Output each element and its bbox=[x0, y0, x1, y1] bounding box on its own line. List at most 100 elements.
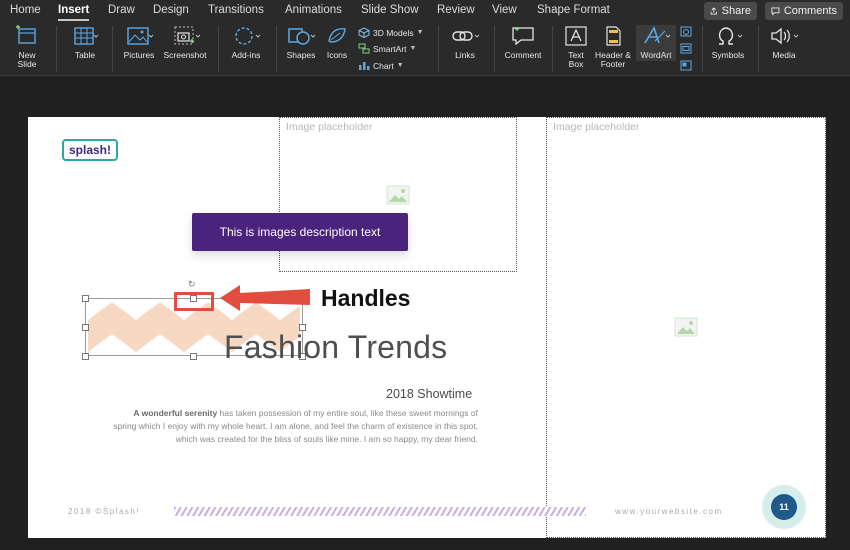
media-label: Media bbox=[772, 50, 796, 60]
omega-icon bbox=[718, 27, 743, 45]
page-number: 11 bbox=[771, 494, 797, 520]
slide-body-text[interactable]: A wonderful serenity has taken possessio… bbox=[108, 407, 478, 446]
pictures-button[interactable]: Pictures bbox=[118, 25, 160, 60]
addins-icon bbox=[235, 27, 261, 45]
chart-label: Chart bbox=[373, 60, 394, 71]
new-slide-button[interactable]: New Slide bbox=[8, 25, 46, 69]
ribbon-divider bbox=[552, 26, 553, 72]
shapes-button[interactable]: Shapes bbox=[282, 25, 320, 60]
comment-button[interactable]: Comment bbox=[502, 25, 544, 60]
tab-review[interactable]: Review bbox=[437, 4, 475, 16]
rotate-handle-icon[interactable]: ↻ bbox=[188, 279, 196, 290]
shapes-icon bbox=[288, 28, 316, 45]
ribbon-divider bbox=[494, 26, 495, 72]
addins-button[interactable]: Add-ins bbox=[224, 25, 268, 60]
footer-website: www.yourwebsite.com bbox=[615, 507, 723, 516]
table-button[interactable]: Table bbox=[64, 25, 106, 60]
ribbon-divider bbox=[112, 26, 113, 72]
screenshot-label: Screenshot bbox=[163, 50, 207, 60]
shapes-label: Shapes bbox=[286, 50, 316, 60]
table-icon bbox=[74, 27, 98, 45]
pictures-icon bbox=[127, 27, 153, 45]
ribbon-divider bbox=[56, 26, 57, 72]
tab-slide-show[interactable]: Slide Show bbox=[361, 4, 419, 16]
tab-insert[interactable]: Insert bbox=[58, 4, 90, 21]
tab-animations[interactable]: Animations bbox=[285, 4, 342, 16]
new-slide-icon bbox=[16, 25, 36, 44]
icons-icon bbox=[328, 28, 346, 43]
tab-draw[interactable]: Draw bbox=[108, 4, 135, 16]
chart-icon bbox=[359, 62, 370, 70]
ribbon-divider bbox=[276, 26, 277, 72]
placeholder-label: Image placeholder bbox=[553, 121, 640, 133]
header-footer-button[interactable]: Header & Footer bbox=[592, 25, 634, 69]
text-box-button[interactable]: Text Box bbox=[560, 25, 592, 69]
share-icon bbox=[710, 7, 717, 15]
header-footer-icon bbox=[606, 26, 621, 46]
comment-icon bbox=[771, 7, 780, 16]
chevron-down-icon: ▼ bbox=[409, 45, 417, 52]
object-button[interactable] bbox=[680, 60, 692, 71]
smartart-button[interactable]: SmartArt ▼ bbox=[358, 43, 416, 54]
page-number-badge: 11 bbox=[762, 485, 806, 529]
share-button[interactable]: Share bbox=[704, 2, 757, 20]
date-time-icon bbox=[680, 26, 692, 37]
symbols-label: Symbols bbox=[711, 50, 745, 60]
footer-pattern-strip bbox=[174, 507, 586, 516]
symbols-button[interactable]: Symbols bbox=[708, 25, 748, 60]
text-box-label: Text Box bbox=[568, 50, 584, 69]
screenshot-button[interactable]: Screenshot bbox=[160, 25, 210, 60]
comment-icon bbox=[512, 27, 534, 46]
resize-handle-left[interactable] bbox=[82, 324, 89, 331]
chart-button[interactable]: Chart ▼ bbox=[358, 60, 404, 71]
handles-callout: Handles bbox=[321, 285, 411, 311]
tab-shape-format[interactable]: Shape Format bbox=[537, 4, 610, 16]
ribbon-divider bbox=[702, 26, 703, 72]
wordart-icon bbox=[644, 26, 671, 44]
tab-view[interactable]: View bbox=[492, 4, 517, 16]
3d-models-label: 3D Models bbox=[373, 27, 414, 38]
chevron-down-icon: ▼ bbox=[396, 62, 404, 69]
placeholder-label: Image placeholder bbox=[286, 121, 373, 133]
header-footer-label: Header & Footer bbox=[595, 50, 631, 69]
3d-models-button[interactable]: 3D Models ▼ bbox=[358, 27, 424, 38]
ribbon-divider bbox=[438, 26, 439, 72]
slide-subtitle[interactable]: 2018 Showtime bbox=[386, 387, 472, 401]
resize-handle-top-left[interactable] bbox=[82, 295, 89, 302]
handle-highlight-box bbox=[174, 292, 214, 311]
menu-bar: Home Insert Draw Design Transitions Anim… bbox=[0, 0, 850, 22]
tab-design[interactable]: Design bbox=[153, 4, 189, 16]
splash-logo: splash! bbox=[62, 139, 118, 161]
smartart-label: SmartArt bbox=[373, 43, 407, 54]
new-slide-label: New Slide bbox=[17, 50, 37, 69]
image-placeholder-2[interactable]: Image placeholder bbox=[546, 117, 826, 538]
ribbon-divider bbox=[218, 26, 219, 72]
footer-copyright: 2018 ©Splash! bbox=[68, 507, 141, 516]
slide-number-icon bbox=[680, 43, 692, 54]
comments-label: Comments bbox=[783, 5, 837, 17]
share-label: Share bbox=[721, 5, 751, 17]
wordart-button[interactable]: WordArt bbox=[636, 25, 676, 61]
ribbon-divider bbox=[758, 26, 759, 72]
media-button[interactable]: Media bbox=[764, 25, 804, 60]
cube-icon bbox=[358, 27, 370, 38]
table-label: Table bbox=[74, 50, 96, 60]
image-icon bbox=[386, 185, 410, 205]
arrow-icon bbox=[220, 285, 310, 311]
resize-handle-bottom[interactable] bbox=[190, 353, 197, 360]
tab-home[interactable]: Home bbox=[10, 4, 41, 16]
resize-handle-bottom-left[interactable] bbox=[82, 353, 89, 360]
date-time-button[interactable] bbox=[680, 26, 692, 37]
comment-label: Comment bbox=[504, 50, 542, 60]
slide-number-button[interactable] bbox=[680, 43, 692, 54]
image-description-tooltip: This is images description text bbox=[192, 213, 408, 251]
pictures-label: Pictures bbox=[123, 50, 155, 60]
icons-button[interactable]: Icons bbox=[322, 25, 352, 60]
body-bold-lead: A wonderful serenity bbox=[133, 408, 218, 418]
slide-title[interactable]: Fashion Trends bbox=[224, 329, 447, 366]
tab-transitions[interactable]: Transitions bbox=[208, 4, 264, 16]
chevron-down-icon: ▼ bbox=[416, 29, 424, 36]
comments-button[interactable]: Comments bbox=[765, 2, 843, 20]
slide[interactable]: Image placeholder Image placeholder spla… bbox=[28, 117, 826, 538]
links-button[interactable]: Links bbox=[444, 25, 486, 60]
